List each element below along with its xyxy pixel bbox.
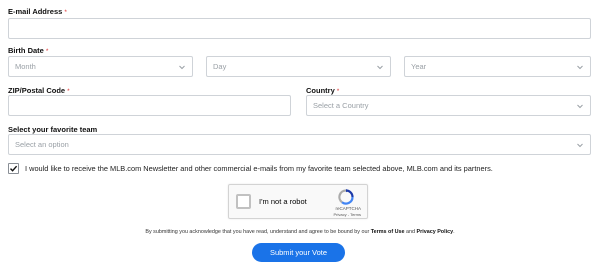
newsletter-consent-text: I would like to receive the MLB.com News… [25, 164, 493, 173]
year-select[interactable]: Year [404, 56, 591, 77]
chevron-down-icon [376, 63, 384, 71]
country-label: Country * [306, 86, 339, 95]
day-select-placeholder: Day [213, 62, 227, 71]
recaptcha-privacy-link[interactable]: Privacy [333, 212, 346, 217]
chevron-down-icon [576, 141, 584, 149]
checkmark-icon [9, 160, 18, 178]
team-label-text: Select your favorite team [8, 125, 98, 134]
required-mark: * [336, 88, 340, 95]
country-select-placeholder: Select a Country [313, 101, 369, 110]
email-label-text: E-mail Address [8, 7, 63, 16]
privacy-policy-link[interactable]: Privacy Policy [417, 229, 454, 235]
team-select[interactable]: Select an option [8, 134, 591, 155]
country-label-text: Country [306, 86, 335, 95]
disclaimer-middle: and [404, 229, 417, 235]
terms-of-use-link[interactable]: Terms of Use [371, 229, 405, 235]
birth-date-label: Birth Date * [8, 46, 48, 55]
recaptcha-separator: - [347, 212, 350, 217]
chevron-down-icon [576, 63, 584, 71]
required-mark: * [64, 9, 67, 16]
disclaimer-prefix: By submitting you acknowledge that you h… [145, 229, 371, 235]
recaptcha-logo-icon [338, 189, 354, 205]
birth-date-label-text: Birth Date [8, 46, 44, 55]
chevron-down-icon [178, 63, 186, 71]
zip-field[interactable] [8, 95, 291, 116]
newsletter-consent: I would like to receive the MLB.com News… [8, 163, 493, 174]
day-select[interactable]: Day [206, 56, 391, 77]
recaptcha-terms-link[interactable]: Terms [350, 212, 361, 217]
recaptcha-links: Privacy - Terms [333, 212, 361, 217]
submit-vote-button[interactable]: Submit your Vote [252, 243, 345, 262]
recaptcha-checkbox[interactable] [236, 194, 251, 209]
email-label: E-mail Address * [8, 7, 67, 16]
recaptcha-widget: I'm not a robot reCAPTCHA Privacy - Term… [228, 184, 368, 219]
required-mark: * [45, 48, 49, 55]
country-select[interactable]: Select a Country [306, 95, 591, 116]
zip-label: ZIP/Postal Code * [8, 86, 70, 95]
disclaimer: By submitting you acknowledge that you h… [0, 229, 600, 235]
team-label: Select your favorite team [8, 125, 97, 134]
chevron-down-icon [576, 102, 584, 110]
team-select-placeholder: Select an option [15, 140, 69, 149]
recaptcha-brand: reCAPTCHA [335, 206, 361, 211]
email-field[interactable] [8, 18, 591, 39]
month-select[interactable]: Month [8, 56, 193, 77]
month-select-placeholder: Month [15, 62, 36, 71]
zip-label-text: ZIP/Postal Code [8, 86, 66, 95]
recaptcha-label: I'm not a robot [259, 197, 307, 206]
year-select-placeholder: Year [411, 62, 427, 71]
newsletter-checkbox[interactable] [8, 163, 19, 174]
disclaimer-suffix: . [453, 229, 455, 235]
required-mark: * [67, 88, 70, 95]
